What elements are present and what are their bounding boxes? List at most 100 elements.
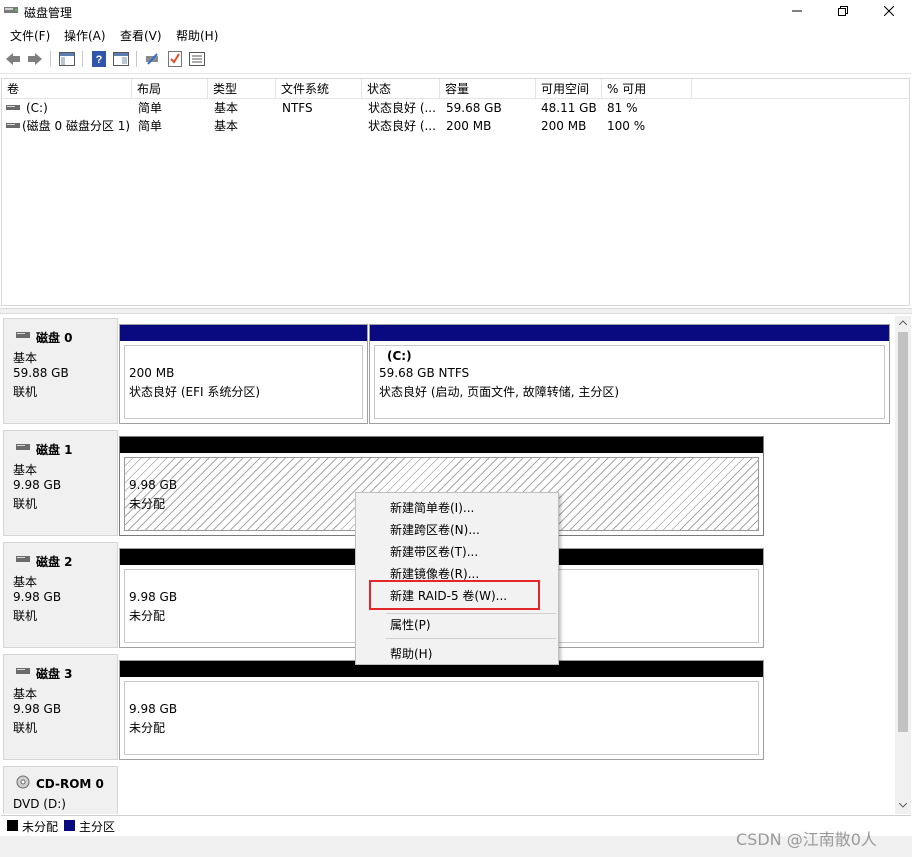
highlight-box bbox=[369, 580, 540, 610]
list-view-icon bbox=[189, 52, 205, 66]
back-button[interactable] bbox=[4, 50, 22, 68]
volume-icon bbox=[6, 105, 20, 110]
forward-arrow-icon bbox=[28, 53, 42, 65]
partition-bar bbox=[120, 437, 763, 453]
restore-icon bbox=[838, 6, 848, 16]
disk-label[interactable]: 磁盘 2 基本 9.98 GB 联机 bbox=[3, 542, 118, 648]
window-title: 磁盘管理 bbox=[24, 6, 73, 20]
partition-body: 200 MB 状态良好 (EFI 系统分区) bbox=[124, 345, 363, 419]
menu-item-new-spanned-volume[interactable]: 新建跨区卷(N)... bbox=[390, 521, 480, 538]
menu-separator bbox=[386, 613, 556, 614]
disk-label[interactable]: 磁盘 1 基本 9.98 GB 联机 bbox=[3, 430, 118, 536]
legend-label-primary: 主分区 bbox=[79, 820, 116, 834]
cell-filesystem bbox=[282, 117, 360, 135]
disk-state: 联机 bbox=[13, 385, 38, 399]
legend-label-unallocated: 未分配 bbox=[22, 820, 59, 834]
toolbar-separator bbox=[50, 51, 51, 67]
cell-type: 基本 bbox=[214, 119, 239, 133]
menu-help[interactable]: 帮助(H) bbox=[176, 27, 218, 44]
cell-percent-free: 100 % bbox=[607, 119, 646, 133]
cell-layout: 简单 bbox=[138, 101, 163, 115]
checklist-icon bbox=[168, 51, 182, 67]
cell-free-space: 48.11 GB bbox=[541, 101, 597, 115]
menu-item-new-striped-volume[interactable]: 新建带区卷(T)... bbox=[390, 543, 478, 560]
scroll-down-icon[interactable] bbox=[899, 803, 907, 808]
show-hide-console-tree-button[interactable] bbox=[58, 50, 76, 68]
forward-button[interactable] bbox=[26, 50, 44, 68]
disk-label[interactable]: CD-ROM 0 DVD (D:) bbox=[3, 766, 118, 814]
disk-row-0: 磁盘 0 基本 59.88 GB 联机 200 MB 状态良好 (EFI 系统分… bbox=[1, 316, 894, 426]
disk-name: 磁盘 0 bbox=[36, 331, 73, 345]
cell-status: 状态良好 (... bbox=[368, 119, 436, 133]
menu-item-new-simple-volume[interactable]: 新建简单卷(I)... bbox=[390, 499, 474, 516]
context-menu: 新建简单卷(I)... 新建跨区卷(N)... 新建带区卷(T)... 新建镜像… bbox=[355, 492, 559, 665]
disk-label[interactable]: 磁盘 0 基本 59.88 GB 联机 bbox=[3, 318, 118, 424]
partition-status: 状态良好 (启动, 页面文件, 故障转储, 主分区) bbox=[379, 385, 620, 399]
disk-icon bbox=[16, 332, 30, 338]
disk-type: 基本 bbox=[13, 351, 38, 365]
connect-icon bbox=[146, 53, 158, 65]
table-row[interactable]: (磁盘 0 磁盘分区 1) 简单 基本 状态良好 (... 200 MB 200… bbox=[2, 117, 909, 135]
partition-size: 9.98 GB bbox=[129, 702, 178, 716]
menu-action[interactable]: 操作(A) bbox=[64, 27, 106, 44]
title-bar: 磁盘管理 bbox=[0, 0, 912, 22]
scroll-up-icon[interactable] bbox=[899, 320, 907, 325]
menu-file[interactable]: 文件(F) bbox=[10, 27, 50, 44]
partition-c[interactable]: (C:) 59.68 GB NTFS 状态良好 (启动, 页面文件, 故障转储,… bbox=[369, 324, 890, 424]
help-icon: ? bbox=[92, 51, 106, 67]
cell-filesystem: NTFS bbox=[282, 101, 313, 115]
close-icon bbox=[884, 6, 894, 16]
console-tree-icon bbox=[59, 52, 75, 66]
toolbar-separator bbox=[82, 51, 83, 67]
properties-view-button[interactable] bbox=[112, 50, 130, 68]
table-row[interactable]: (C:) 简单 基本 NTFS 状态良好 (... 59.68 GB 48.11… bbox=[2, 99, 909, 117]
column-header-free-space[interactable]: 可用空间 bbox=[536, 79, 602, 99]
column-header-filesystem[interactable]: 文件系统 bbox=[276, 79, 362, 99]
disk-size: 9.98 GB bbox=[13, 478, 62, 492]
cell-capacity: 200 MB bbox=[446, 119, 492, 133]
column-header-type[interactable]: 类型 bbox=[208, 79, 276, 99]
column-header-status[interactable]: 状态 bbox=[362, 79, 440, 99]
connect-button[interactable] bbox=[144, 50, 162, 68]
legend-swatch-primary bbox=[64, 820, 75, 831]
partition-efi[interactable]: 200 MB 状态良好 (EFI 系统分区) bbox=[119, 324, 368, 424]
disk-type: 基本 bbox=[13, 463, 38, 477]
disk-row-cdrom: CD-ROM 0 DVD (D:) bbox=[1, 764, 894, 814]
partition-size: 9.98 GB bbox=[129, 590, 178, 604]
properties-icon bbox=[113, 52, 129, 66]
column-header-percent-free[interactable]: % 可用 bbox=[602, 79, 692, 99]
column-header-layout[interactable]: 布局 bbox=[132, 79, 208, 99]
minimize-button[interactable] bbox=[774, 0, 820, 22]
column-header-capacity[interactable]: 容量 bbox=[440, 79, 536, 99]
volume-list: 卷 布局 类型 文件系统 状态 容量 可用空间 % 可用 (C:) 简单 基本 … bbox=[1, 78, 910, 306]
disk-name: CD-ROM 0 bbox=[36, 777, 104, 791]
partition-bar bbox=[370, 325, 889, 341]
legend-swatch-unallocated bbox=[7, 820, 18, 831]
partition-unallocated[interactable]: 9.98 GB 未分配 bbox=[119, 660, 764, 760]
disk-icon bbox=[16, 668, 30, 674]
partition-body: 9.98 GB 未分配 bbox=[124, 681, 759, 755]
column-header-volume[interactable]: 卷 bbox=[2, 79, 132, 99]
partition-status: 未分配 bbox=[129, 609, 166, 623]
back-arrow-icon bbox=[6, 53, 20, 65]
pane-splitter[interactable] bbox=[0, 308, 912, 314]
help-button[interactable]: ? bbox=[90, 50, 108, 68]
restore-button[interactable] bbox=[820, 0, 866, 22]
cell-free-space: 200 MB bbox=[541, 119, 587, 133]
minimize-icon bbox=[792, 10, 802, 12]
disk-label[interactable]: 磁盘 3 基本 9.98 GB 联机 bbox=[3, 654, 118, 760]
close-button[interactable] bbox=[866, 0, 912, 22]
disk-state: 联机 bbox=[13, 609, 38, 623]
cell-layout: 简单 bbox=[138, 119, 163, 133]
list-view-button[interactable] bbox=[188, 50, 206, 68]
menu-view[interactable]: 查看(V) bbox=[120, 27, 162, 44]
check-button[interactable] bbox=[166, 50, 184, 68]
menu-separator bbox=[386, 638, 556, 639]
partition-size: 59.68 GB NTFS bbox=[379, 366, 470, 380]
disk-size: 9.98 GB bbox=[13, 590, 62, 604]
cell-status: 状态良好 (... bbox=[368, 101, 436, 115]
disk-map-scrollbar[interactable] bbox=[895, 316, 911, 814]
menu-item-help[interactable]: 帮助(H) bbox=[390, 645, 432, 662]
menu-item-properties[interactable]: 属性(P) bbox=[390, 616, 431, 633]
scrollbar-thumb[interactable] bbox=[898, 332, 908, 732]
